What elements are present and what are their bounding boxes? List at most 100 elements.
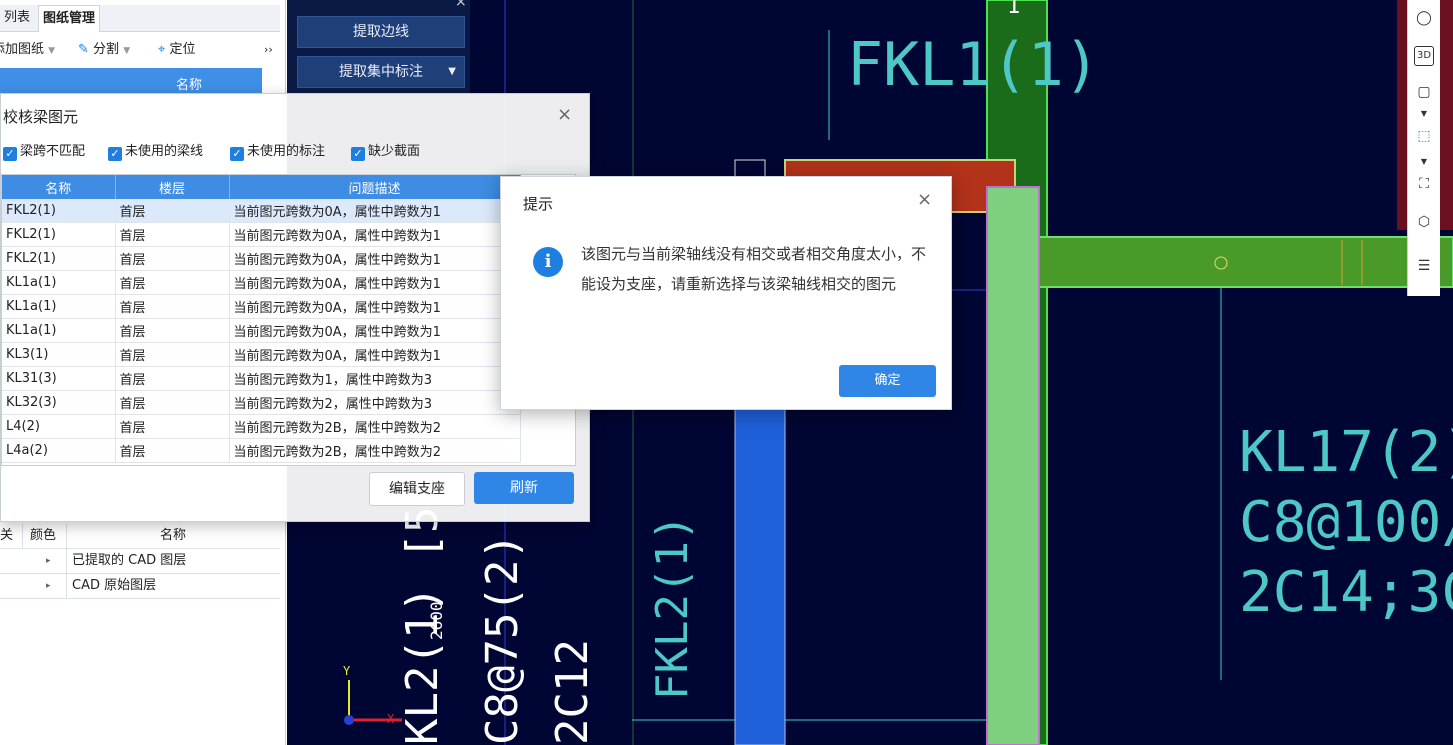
cell-name: KL3(1): [2, 342, 116, 367]
table-row[interactable]: KL32(3) 首层 当前图元跨数为2，属性中跨数为3: [2, 390, 521, 415]
cell-desc: 当前图元跨数为0A，属性中跨数为1: [229, 222, 521, 247]
checkbox-span-mismatch[interactable]: ✓ 梁跨不匹配: [3, 142, 85, 162]
alert-message: 该图元与当前梁轴线没有相交或者相交角度太小，不能设为支座，请重新选择与该梁轴线相…: [581, 245, 927, 293]
chevron-down-icon[interactable]: ▼: [1414, 152, 1434, 172]
table-row[interactable]: FKL2(1) 首层 当前图元跨数为0A，属性中跨数为1: [2, 222, 521, 247]
checkbox-missing-section[interactable]: ✓ 缺少截面: [351, 142, 420, 162]
cell-desc: 当前图元跨数为2，属性中跨数为3: [229, 390, 521, 415]
more-icon[interactable]: ››: [264, 36, 273, 64]
split-button[interactable]: ✎ 分割 ▼: [78, 36, 130, 64]
locate-label: 定位: [169, 42, 196, 57]
layer-row-name: CAD 原始图层: [72, 578, 157, 593]
layer-col-color: 颜色: [30, 528, 57, 543]
table-row[interactable]: FKL2(1) 首层 当前图元跨数为0A，属性中跨数为1: [2, 199, 521, 223]
alert-dialog: 提示 × i 该图元与当前梁轴线没有相交或者相交角度太小，不能设为支座，请重新选…: [500, 176, 952, 410]
cell-name: FKL2(1): [2, 199, 116, 223]
cad-label-c8-75: C8@75(2): [477, 533, 528, 745]
table-row[interactable]: KL1a(1) 首层 当前图元跨数为0A，属性中跨数为1: [2, 318, 521, 343]
checkbox-unused-annotation[interactable]: ✓ 未使用的标注: [230, 142, 325, 162]
checkbox-label: 缺少截面: [368, 144, 421, 159]
tab-list[interactable]: 列表: [0, 5, 34, 31]
col-desc[interactable]: 问题描述: [229, 175, 521, 199]
cell-name: KL1a(1): [2, 270, 116, 295]
table-row[interactable]: KL1a(1) 首层 当前图元跨数为0A，属性中跨数为1: [2, 270, 521, 295]
locate-icon: ⌖: [158, 42, 166, 57]
cell-desc: 当前图元跨数为2B，属性中跨数为2: [229, 438, 521, 463]
cell-floor: 首层: [115, 438, 230, 463]
cell-floor: 首层: [115, 342, 230, 367]
checkbox-icon: ✓: [108, 147, 122, 161]
ok-button[interactable]: 确定: [839, 365, 936, 397]
table-row[interactable]: KL3(1) 首层 当前图元跨数为0A，属性中跨数为1: [2, 342, 521, 367]
cad-label-c12: 2C12: [547, 639, 598, 745]
3d-view-icon[interactable]: 3D: [1414, 46, 1434, 66]
box-view-icon[interactable]: ▢: [1414, 82, 1434, 102]
cell-name: KL32(3): [2, 390, 116, 415]
orbit-icon[interactable]: ◯: [1414, 8, 1434, 28]
expand-icon[interactable]: ▸: [46, 549, 51, 573]
layer-row[interactable]: ▸ 已提取的 CAD 图层: [0, 549, 280, 574]
cell-name: KL1a(1): [2, 294, 116, 319]
cell-desc: 当前图元跨数为2B，属性中跨数为2: [229, 414, 521, 439]
list-header-name: 名称: [176, 78, 203, 93]
col-name[interactable]: 名称: [2, 175, 116, 199]
refresh-button[interactable]: 刷新: [474, 472, 574, 504]
cell-name: L4(2): [2, 414, 116, 439]
view-toolbar: ◯ 3D ▢ ▼ ⬚ ▼ ⛶ ⬡ ☰: [1407, 0, 1440, 296]
cell-name: L4a(2): [2, 438, 116, 463]
close-icon[interactable]: ×: [917, 189, 932, 210]
alert-title: 提示: [523, 195, 554, 213]
checkbox-unused-line[interactable]: ✓ 未使用的梁线: [108, 142, 203, 162]
locate-button[interactable]: ⌖ 定位: [158, 36, 195, 64]
select-box-icon[interactable]: ⬚: [1414, 126, 1434, 146]
cell-desc: 当前图元跨数为0A，属性中跨数为1: [229, 199, 521, 223]
checkbox-icon: ✓: [230, 147, 244, 161]
cell-name: KL31(3): [2, 366, 116, 391]
dialog-title: 校核梁图元: [3, 108, 79, 126]
table-row[interactable]: KL31(3) 首层 当前图元跨数为1，属性中跨数为3: [2, 366, 521, 391]
extract-edge-button[interactable]: 提取边线: [297, 16, 465, 48]
chevron-down-icon: ▼: [123, 46, 131, 56]
layer-col-name: 名称: [160, 528, 187, 543]
split-icon: ✎: [78, 42, 89, 57]
cube-icon[interactable]: ⬡: [1414, 212, 1434, 232]
table-row[interactable]: FKL2(1) 首层 当前图元跨数为0A，属性中跨数为1: [2, 246, 521, 271]
layer-row[interactable]: ▸ CAD 原始图层: [0, 574, 280, 599]
cell-floor: 首层: [115, 222, 230, 247]
close-icon[interactable]: ×: [557, 104, 572, 125]
table-row[interactable]: L4a(2) 首层 当前图元跨数为2B，属性中跨数为2: [2, 438, 521, 463]
drawing-toolbar: 添加图纸 ▼ ✎ 分割 ▼ ⌖ 定位 ››: [0, 36, 280, 64]
cell-floor: 首层: [115, 246, 230, 271]
extract-annotation-button[interactable]: 提取集中标注 ▼: [297, 56, 465, 88]
layer-table-header: 关 颜色 名称: [0, 524, 280, 549]
cell-desc: 当前图元跨数为0A，属性中跨数为1: [229, 270, 521, 295]
layer-table: 关 颜色 名称 ▸ 已提取的 CAD 图层 ▸ CAD 原始图层: [0, 524, 280, 599]
axis-x-label: X: [387, 712, 395, 726]
cell-name: KL1a(1): [2, 318, 116, 343]
add-drawing-label: 添加图纸: [0, 42, 45, 57]
extract-panel-close-icon[interactable]: ×: [455, 0, 467, 10]
cad-label-fkl2: FKL2(1): [647, 514, 698, 700]
cad-label-c14: 2C14;3C16: [1239, 560, 1453, 625]
add-drawing-button[interactable]: 添加图纸 ▼: [0, 36, 55, 64]
edit-support-button[interactable]: 编辑支座: [369, 472, 465, 506]
cell-floor: 首层: [115, 390, 230, 415]
cell-name: FKL2(1): [2, 246, 116, 271]
layer-row-name: 已提取的 CAD 图层: [72, 553, 187, 568]
tab-drawing-management[interactable]: 图纸管理: [38, 5, 101, 32]
chevron-down-icon[interactable]: ▼: [1414, 104, 1434, 124]
cell-floor: 首层: [115, 270, 230, 295]
col-floor[interactable]: 楼层: [115, 175, 230, 199]
cell-floor: 首层: [115, 366, 230, 391]
expand-icon[interactable]: ▸: [46, 574, 51, 598]
layer-col-switch: 关: [0, 528, 14, 543]
table-row[interactable]: L4(2) 首层 当前图元跨数为2B，属性中跨数为2: [2, 414, 521, 439]
cell-desc: 当前图元跨数为1，属性中跨数为3: [229, 366, 521, 391]
chevron-down-icon: ▼: [48, 46, 56, 56]
layer-list-icon[interactable]: ☰: [1414, 256, 1434, 276]
chevron-down-icon[interactable]: ▼: [448, 57, 456, 87]
cad-label-fkl1: FKL1(1): [847, 30, 1100, 100]
table-row[interactable]: KL1a(1) 首层 当前图元跨数为0A，属性中跨数为1: [2, 294, 521, 319]
fullscreen-icon[interactable]: ⛶: [1414, 174, 1434, 194]
drawing-list-header: 名称: [0, 68, 262, 94]
